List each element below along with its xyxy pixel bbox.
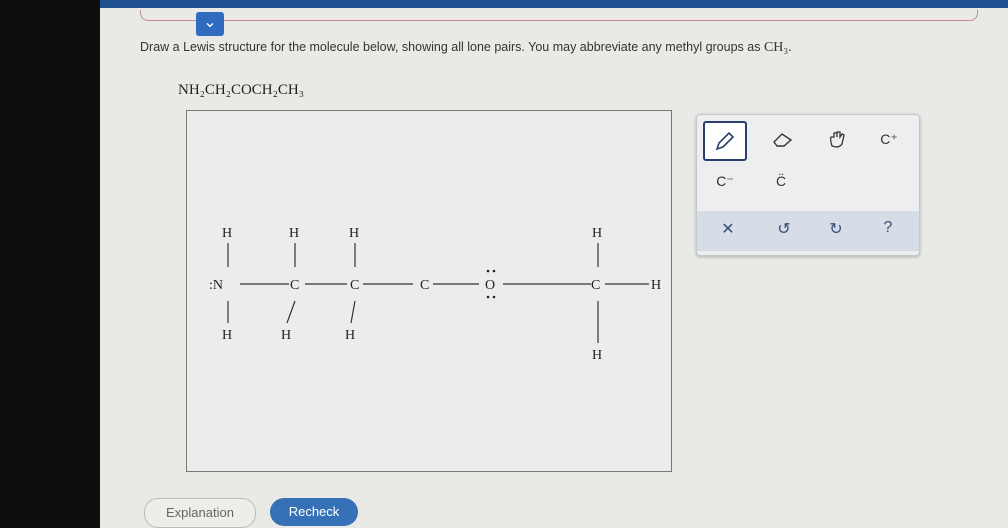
atom-h: H xyxy=(592,348,602,363)
atom-h: H xyxy=(592,226,602,241)
atom-h: H xyxy=(289,226,299,241)
close-icon[interactable]: ✕ xyxy=(713,219,743,243)
eraser-tool[interactable] xyxy=(763,121,803,157)
top-bar xyxy=(100,0,1008,8)
atom-c: C xyxy=(420,278,429,293)
prompt-abbrev: CH₃. xyxy=(763,40,792,55)
charge-minus-label: C⁻ xyxy=(716,172,734,189)
atom-c: C xyxy=(350,278,359,293)
header-outline xyxy=(140,10,978,21)
atom-h: H xyxy=(222,328,232,343)
atom-c: C xyxy=(290,278,299,293)
charge-minus-tool[interactable]: C⁻ xyxy=(705,163,745,199)
pencil-tool[interactable] xyxy=(703,121,747,161)
lone-pair-label: C̈ xyxy=(775,173,787,189)
atom-h: H xyxy=(345,328,355,343)
redo-icon[interactable]: ↻ xyxy=(821,219,851,243)
header-collapse: ⌄ xyxy=(100,8,1008,36)
atom-h: H xyxy=(349,226,359,241)
charge-plus-label: C⁺ xyxy=(880,130,898,147)
molecule-formula: NH₂CH₂COCH₂CH₃ xyxy=(178,82,304,98)
hand-tool[interactable] xyxy=(817,121,857,157)
undo-icon[interactable]: ↺ xyxy=(769,219,799,243)
drawing-canvas[interactable]: H H H H :N C C C O C H H H H H xyxy=(186,110,672,472)
hand-icon xyxy=(830,131,845,148)
atom-c: C xyxy=(591,278,600,293)
question-prompt: Draw a Lewis structure for the molecule … xyxy=(140,40,792,56)
screen: ⌄ Draw a Lewis structure for the molecul… xyxy=(100,0,1008,528)
lewis-structure: H H H H :N C C C O C H H H H H xyxy=(209,226,661,363)
drawing-toolbox: C⁺ C⁻ C̈ ✕ ↺ ↻ ? xyxy=(696,114,920,256)
recheck-button[interactable]: Recheck xyxy=(270,498,358,526)
eraser-icon xyxy=(773,133,793,147)
chevron-down-icon[interactable]: ⌄ xyxy=(196,12,224,36)
help-icon[interactable]: ? xyxy=(873,219,903,243)
atom-h: H xyxy=(222,226,232,241)
explanation-button[interactable]: Explanation xyxy=(144,498,256,528)
prompt-text: Draw a Lewis structure for the molecule … xyxy=(140,40,761,54)
pencil-icon xyxy=(715,131,735,151)
charge-plus-tool[interactable]: C⁺ xyxy=(869,121,909,157)
lone-pair-tool[interactable]: C̈ xyxy=(761,163,801,199)
atom-o: O xyxy=(485,278,495,293)
atom-n: :N xyxy=(209,278,223,293)
atom-h: H xyxy=(281,328,291,343)
atom-h: H xyxy=(651,278,661,293)
toolbox-controls: ✕ ↺ ↻ ? xyxy=(697,211,919,251)
